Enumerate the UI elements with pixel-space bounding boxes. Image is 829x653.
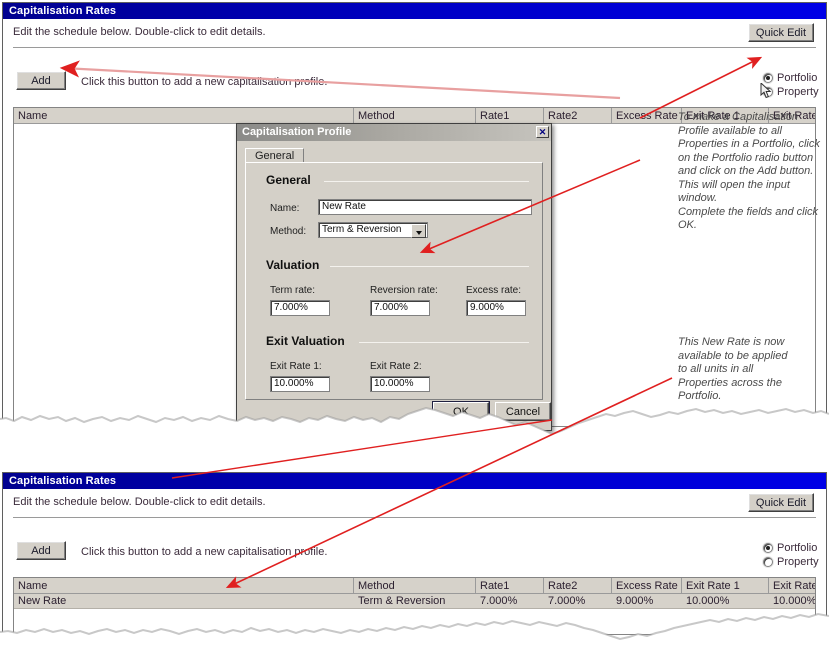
label-exit-rate-2: Exit Rate 2: [370,361,422,372]
column-header-exitrate1[interactable]: Exit Rate 1 [682,578,769,593]
dialog-titlebar[interactable]: Capitalisation Profile ✕ [237,124,551,141]
label-name: Name: [270,203,300,214]
table-row[interactable]: New Rate Term & Reversion 7.000% 7.000% … [14,594,815,609]
screenshot-root: Capitalisation Rates Edit the schedule b… [0,0,829,653]
label-excess-rate: Excess rate: [466,285,522,296]
instruction-text-top: Edit the schedule below. Double-click to… [13,26,266,38]
dialog-tabpage-general: General Name: New Rate Method: Term & Re… [245,162,543,400]
column-header-rate2[interactable]: Rate2 [544,108,612,123]
add-button-top[interactable]: Add [16,71,66,90]
term-rate-input[interactable]: 7.000% [270,300,330,316]
scope-radio-portfolio-bottom[interactable]: Portfolio [763,542,817,554]
column-header-excess[interactable]: Excess Rate [612,578,682,593]
window-title-top: Capitalisation Rates [3,3,826,19]
window-title-bottom: Capitalisation Rates [3,473,826,489]
cell-rate2: 7.000% [548,595,586,607]
group-line-valuation [330,266,529,267]
instruction-text-bottom: Edit the schedule below. Double-click to… [13,496,266,508]
torn-edge-bottom-panel [0,612,829,653]
label-term-rate: Term rate: [270,285,316,296]
column-header-method[interactable]: Method [354,108,476,123]
excess-rate-input[interactable]: 9.000% [466,300,526,316]
add-button-hint-top: Click this button to add a new capitalis… [81,76,328,88]
exit-rate-2-input[interactable]: 10.000% [370,376,430,392]
radio-portfolio-icon-top[interactable] [763,73,773,83]
name-input[interactable]: New Rate [318,199,532,215]
divider-bottom [13,517,816,518]
dialog-title-text: Capitalisation Profile [242,126,352,138]
column-header-rate1[interactable]: Rate1 [476,108,544,123]
scope-radio-property-bottom[interactable]: Property [763,556,819,568]
column-header-exitrate2[interactable]: Exit Rate 2 [769,578,815,593]
cell-rate1: 7.000% [480,595,518,607]
torn-edge-top-panel [0,406,829,450]
method-select[interactable]: Term & Reversion [318,222,428,238]
column-header-name[interactable]: Name [14,578,354,593]
cell-name: New Rate [18,595,67,607]
label-exit-rate-1: Exit Rate 1: [270,361,322,372]
capitalisation-profile-dialog: Capitalisation Profile ✕ General General… [236,123,552,431]
chevron-down-icon[interactable] [411,224,426,238]
grid-header-bottom: Name Method Rate1 Rate2 Excess Rate Exit… [14,578,815,594]
group-label-exit-valuation: Exit Valuation [266,334,345,348]
column-header-rate2[interactable]: Rate2 [544,578,612,593]
radio-property-label-top: Property [777,86,819,98]
column-header-method[interactable]: Method [354,578,476,593]
cell-exitrate1: 10.000% [686,595,730,607]
cell-exitrate2: 10.000% [773,595,815,607]
radio-portfolio-label-bottom: Portfolio [777,542,818,554]
mouse-cursor-icon [760,83,772,99]
close-icon[interactable]: ✕ [536,126,549,138]
column-header-excess[interactable]: Excess Rate [612,108,682,123]
group-label-valuation: Valuation [266,258,320,272]
group-line-exit-valuation [359,342,529,343]
add-button-bottom[interactable]: Add [16,541,66,560]
exit-rate-1-input[interactable]: 10.000% [270,376,330,392]
annotation-portfolio-note: To make a Capitalisation Profile availab… [678,111,820,231]
quick-edit-button-top[interactable]: Quick Edit [748,23,814,42]
method-select-value: Term & Reversion [322,224,402,235]
label-method: Method: [270,226,307,237]
radio-portfolio-icon-bottom[interactable] [763,543,773,553]
group-label-general: General [266,173,311,187]
cell-excess: 9.000% [616,595,654,607]
reversion-rate-input[interactable]: 7.000% [370,300,430,316]
radio-portfolio-label-top: Portfolio [777,72,818,84]
add-button-hint-bottom: Click this button to add a new capitalis… [81,546,328,558]
annotation-newrate-note: This New Rate is now available to be app… [678,336,788,402]
radio-property-label-bottom: Property [777,556,819,568]
group-line-general [324,181,529,182]
column-header-rate1[interactable]: Rate1 [476,578,544,593]
cell-method: Term & Reversion [358,595,446,607]
divider-top [13,47,816,48]
radio-property-icon-bottom[interactable] [763,557,773,567]
label-reversion-rate: Reversion rate: [370,285,438,296]
column-header-name[interactable]: Name [14,108,354,123]
quick-edit-button-bottom[interactable]: Quick Edit [748,493,814,512]
